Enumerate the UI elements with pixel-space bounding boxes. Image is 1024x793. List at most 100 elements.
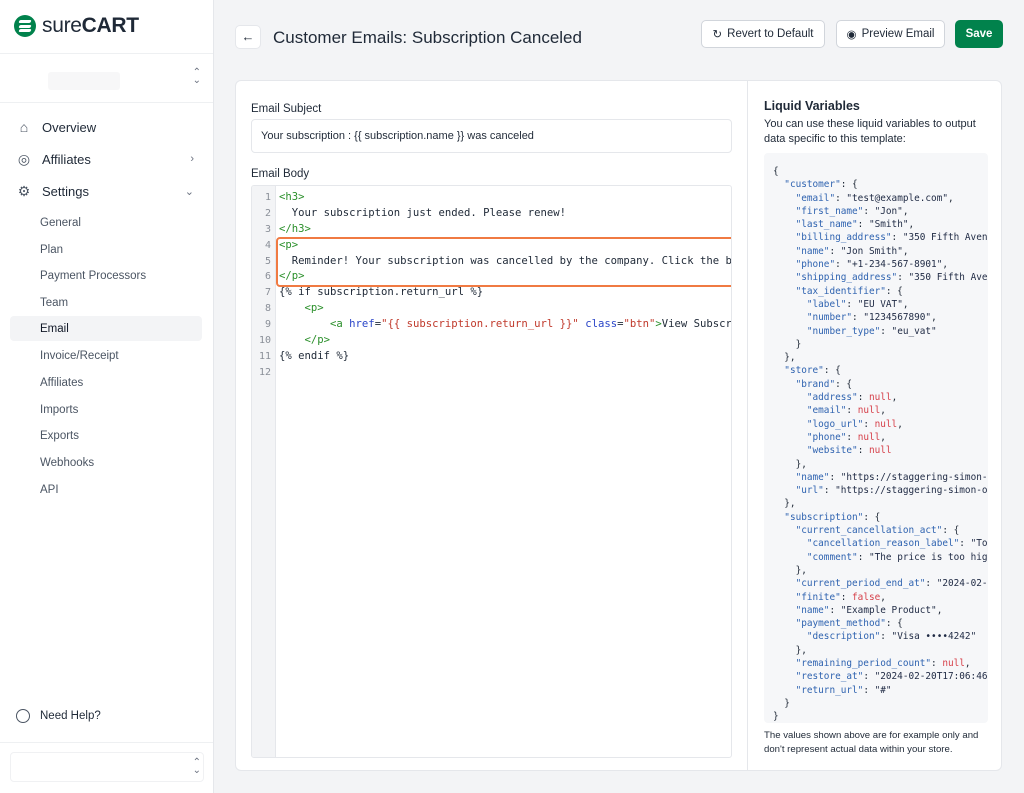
json-token: null [874,418,898,430]
line-number: 2 [264,207,271,219]
json-line: "finite": false, [773,591,988,604]
email-subject-input[interactable]: Your subscription : {{ subscription.name… [251,119,732,153]
sidebar-item-label: Overview [42,119,97,135]
json-token: , [880,591,886,603]
sidebar-subitem-team[interactable]: Team [10,290,202,315]
json-token: } [773,697,790,709]
json-token: : { [885,618,903,630]
json-token: "https://staggering-simon- [840,471,988,483]
json-token: "finite" [795,591,841,603]
json-token: : [835,192,847,204]
sidebar-item-overview[interactable]: ⌂ Overview [10,113,202,141]
json-token: "1234567890" [863,312,932,324]
code-token: {% if subscription.return_url %} [279,286,484,299]
json-line: "name": "https://staggering-simon- [773,471,988,484]
sidebar-item-affiliates[interactable]: ◎ Affiliates › [10,145,202,173]
need-help-link[interactable]: Need Help? [16,709,101,723]
sidebar: sureCART ⌃ ⌄ ⌂ Overview ◎ Affiliates › ⚙ … [0,0,214,793]
sidebar-subitem-api[interactable]: API [10,477,202,502]
json-token: : { [942,525,960,537]
store-switcher[interactable]: ⌃ ⌄ [0,54,213,102]
email-body-code-editor[interactable]: 1 2 3 4 5 6 7 8 9 10 11 12 <h3> Your subscription j… [251,185,732,758]
preview-email-button[interactable]: ◉ Preview Email [836,20,945,48]
revert-to-default-button[interactable]: ↻ Revert to Default [701,20,825,48]
email-subject-label: Email Subject [251,103,322,115]
json-token: "return_url" [795,684,864,696]
need-help-label: Need Help? [40,710,101,722]
json-line: "current_cancellation_act": { [773,524,988,537]
json-token: "subscription" [784,511,864,523]
json-token: "test@example.com" [846,192,948,204]
fingerprint-icon: ◎ [17,151,31,167]
json-token: "logo_url" [806,418,864,430]
save-button[interactable]: Save [955,20,1003,48]
sidebar-subitem-webhooks[interactable]: Webhooks [10,450,202,475]
json-token: "address" [806,392,858,404]
json-line: }, [773,644,988,657]
sidebar-subitem-affiliates[interactable]: Affiliates [10,370,202,395]
json-line: "url": "https://staggering-simon-o [773,484,988,497]
json-token: : [880,325,892,337]
sidebar-subitem-invoice-receipt[interactable]: Invoice/Receipt [10,343,202,368]
sidebar-subitem-payment-processors[interactable]: Payment Processors [10,263,202,288]
surecart-logo[interactable]: sureCART [14,14,139,38]
account-switcher[interactable]: ⌃ ⌄ [10,752,204,782]
json-token: , [902,205,909,217]
code-line: {% if subscription.return_url %} [279,285,731,301]
json-token: : [891,232,903,244]
json-token: "number_type" [806,325,881,337]
code-token: Your subscription just ended. Please ren… [279,206,567,219]
json-token: : [852,312,864,324]
back-button[interactable]: ← [235,25,261,49]
json-line: "label": "EU VAT", [773,298,988,311]
sidebar-item-settings[interactable]: ⚙ Settings ⌄ [10,177,202,205]
line-number: 9 [264,319,271,331]
sidebar-subitem-email[interactable]: Email [10,316,202,341]
json-token: { [773,166,779,177]
sidebar-subitem-general[interactable]: General [10,210,202,235]
json-line: } [773,697,988,710]
json-line: }, [773,564,988,577]
code-token: <h3> [279,191,305,203]
json-token: "Smith" [868,219,909,231]
json-token: "payment_method" [795,618,886,630]
json-token: : [880,631,892,643]
json-line: "cancellation_reason_label": "To [773,537,988,550]
refresh-icon: ↻ [712,29,723,41]
json-token: : [857,392,869,404]
code-line: <h3> [279,190,731,206]
json-line: "brand": { [773,378,988,391]
sidebar-subitem-exports[interactable]: Exports [10,423,202,448]
json-token: "To [970,538,988,550]
sidebar-subitem-imports[interactable]: Imports [10,397,202,422]
json-token: "phone" [795,259,836,271]
line-number: 12 [258,366,271,378]
json-line: "email": "test@example.com", [773,192,988,205]
chevron-right-icon: › [190,153,194,165]
json-token: : [829,471,841,483]
json-token: }, [773,458,807,470]
json-token: }, [773,564,807,576]
sidebar-item-label: Settings [42,183,89,199]
preview-label: Preview Email [861,28,935,40]
json-token: "EU VAT" [857,298,903,310]
json-token: : { [823,365,841,377]
liquid-variables-panel: Liquid Variables You can use these liqui… [747,81,1002,770]
sidebar-subitem-plan[interactable]: Plan [10,237,202,262]
json-token: "tax_identifier" [795,285,886,297]
json-token: , [891,392,898,404]
